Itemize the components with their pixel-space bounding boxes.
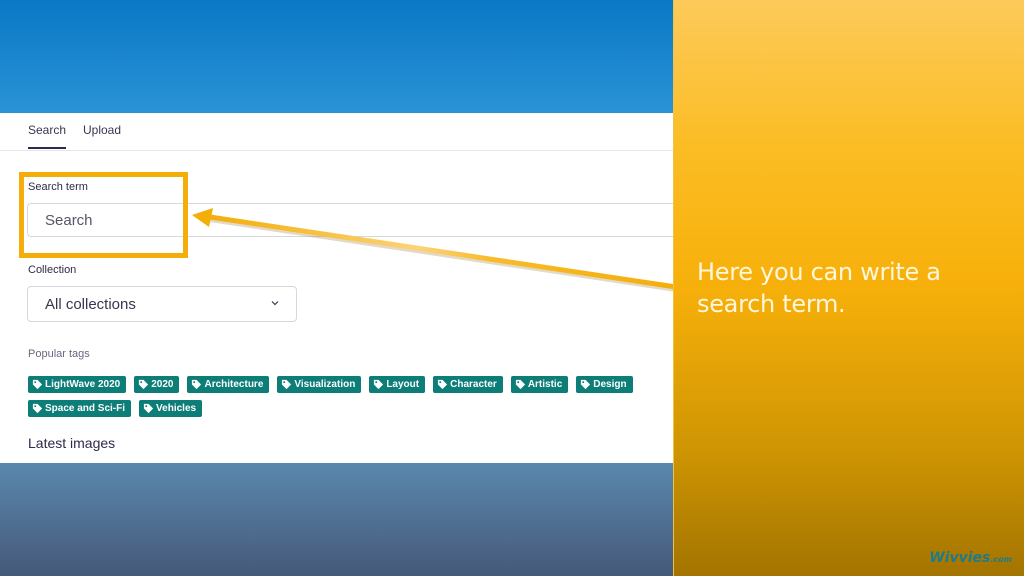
- tag-icon: [32, 379, 43, 390]
- tag-chip[interactable]: Architecture: [187, 376, 270, 393]
- tag-chip[interactable]: Design: [576, 376, 633, 393]
- collection-select[interactable]: All collections: [27, 286, 297, 322]
- tag-icon: [515, 379, 525, 390]
- tag-label: Vehicles: [156, 403, 197, 414]
- header-background: [0, 0, 673, 113]
- tag-icon: [143, 403, 154, 414]
- tag-label: Space and Sci-Fi: [45, 403, 126, 414]
- tag-icon: [139, 379, 149, 390]
- tag-chip[interactable]: Layout: [369, 376, 426, 393]
- tag-chip[interactable]: Artistic: [510, 376, 569, 393]
- tag-label: Character: [450, 379, 497, 390]
- tag-icon: [32, 403, 43, 414]
- tag-icon: [282, 379, 292, 390]
- chevron-down-icon: [271, 301, 279, 306]
- popular-tags-list: LightWave 2020 2020 Architecture Visualizat…: [28, 376, 658, 424]
- tag-label: Layout: [386, 379, 420, 390]
- tag-chip[interactable]: 2020: [134, 376, 180, 393]
- latest-images-heading: Latest images: [28, 435, 116, 451]
- brand-name: Wivvies: [929, 550, 991, 566]
- tag-label: Visualization: [294, 379, 356, 390]
- footer-background: [0, 463, 673, 576]
- tag-label: Design: [593, 379, 627, 390]
- tag-icon: [192, 379, 202, 390]
- callout-text: Here you can write a search term.: [697, 258, 941, 318]
- tag-chip[interactable]: LightWave 2020: [28, 376, 127, 393]
- tag-chip[interactable]: Character: [433, 376, 503, 393]
- tab-search[interactable]: Search: [28, 123, 67, 149]
- brand-suffix: .com: [990, 555, 1012, 564]
- tag-label: LightWave 2020: [45, 379, 121, 390]
- tab-bar: Search Upload: [0, 113, 673, 151]
- tag-chip[interactable]: Visualization: [277, 376, 362, 393]
- tag-label: Artistic: [527, 379, 563, 390]
- tab-upload[interactable]: Upload: [83, 123, 121, 147]
- search-highlight-box: [19, 172, 188, 258]
- tag-icon: [374, 379, 384, 390]
- tag-chip[interactable]: Space and Sci-Fi: [28, 400, 132, 417]
- collection-selected-value: All collections: [45, 296, 136, 313]
- popular-tags-label: Popular tags: [28, 348, 90, 360]
- search-panel: Search Upload Search term Collection All…: [0, 113, 687, 463]
- brand-logo: Wivvies.com: [929, 550, 1012, 566]
- tag-label: Architecture: [204, 379, 264, 390]
- tag-label: 2020: [151, 379, 174, 390]
- tag-icon: [438, 379, 448, 390]
- tag-icon: [581, 379, 591, 390]
- tag-chip[interactable]: Vehicles: [139, 400, 203, 417]
- collection-label: Collection: [28, 264, 77, 276]
- callout-panel: Here you can write a search term. Wivvie…: [673, 0, 1024, 576]
